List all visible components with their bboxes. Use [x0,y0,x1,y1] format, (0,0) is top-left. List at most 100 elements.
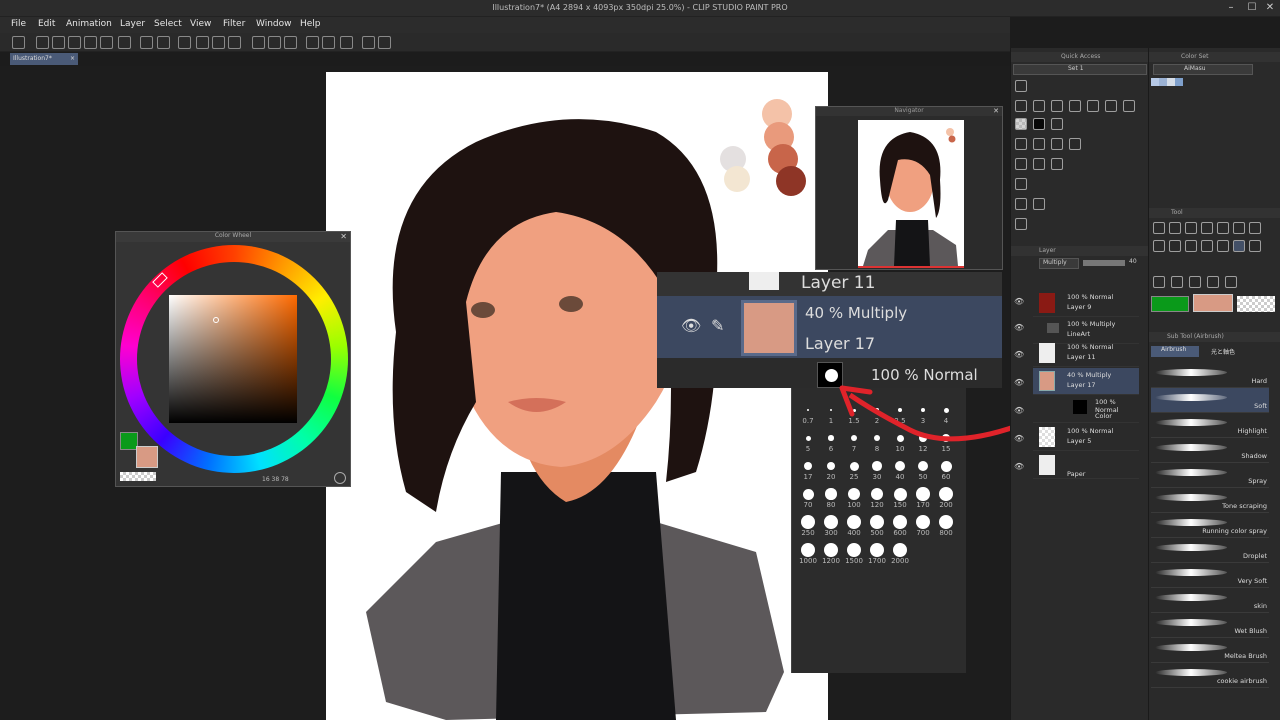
move-tool-icon[interactable] [1201,222,1213,234]
sparkle-icon[interactable] [1249,222,1261,234]
brush-tool-icon[interactable] [1185,240,1197,252]
eye-icon[interactable]: 👁 [1014,434,1024,443]
transparent-color-swatch[interactable] [120,472,156,481]
brush-item[interactable]: skin [1151,588,1269,613]
undo-icon[interactable] [140,36,153,49]
clip-studio-icon[interactable] [12,36,25,49]
crop-icon[interactable] [1015,138,1027,150]
zoom-icon[interactable] [1087,100,1099,112]
brush-size-dot[interactable] [805,435,811,441]
fill-icon[interactable] [1051,118,1063,130]
snap-special-icon[interactable] [340,36,353,49]
tab-close-icon[interactable]: × [70,55,75,62]
canvas[interactable] [326,72,828,720]
blend-tool-icon[interactable] [1249,240,1261,252]
brush-item[interactable]: Hard [1151,363,1269,388]
airbrush-tool-icon[interactable] [1233,240,1245,252]
pen-icon[interactable] [1105,100,1117,112]
brush-size-dot[interactable] [870,543,884,557]
menu-help[interactable]: Help [300,19,321,29]
decoration-tool-icon[interactable] [1201,240,1213,252]
brush-size-dot[interactable] [801,515,815,529]
brush-size-dot[interactable] [847,515,861,529]
zoom-tool-icon[interactable] [1153,222,1165,234]
brush-item[interactable]: Very Soft [1151,563,1269,588]
eye-icon[interactable]: 👁 [681,316,701,335]
text-tool-icon[interactable] [1225,276,1237,288]
maximize-icon[interactable]: ☐ [1246,2,1258,13]
brush-size-dot[interactable] [824,515,838,529]
transparent-swatch[interactable] [1237,296,1275,312]
main-color-swatch[interactable] [136,446,158,468]
settings-icon[interactable] [362,36,375,49]
move-icon[interactable] [1051,158,1063,170]
brush-item[interactable]: Wet Blush [1151,613,1269,638]
wheel-settings-icon[interactable] [334,472,346,484]
hand-tool-icon[interactable] [1169,222,1181,234]
spinner-icon[interactable] [178,36,191,49]
brush-size-dot[interactable] [939,515,953,529]
main-color-swatch[interactable] [1193,294,1233,312]
brush-size-dot[interactable] [824,543,838,557]
close-icon[interactable]: ✕ [1264,2,1276,13]
cut-icon[interactable] [1033,100,1045,112]
brush-size-dot[interactable] [939,487,953,501]
export-icon[interactable] [100,36,113,49]
brush-item[interactable]: Meltea Brush [1151,638,1269,663]
menu-select[interactable]: Select [154,19,182,29]
figure-tool-icon[interactable] [1189,276,1201,288]
show-selection-icon[interactable] [284,36,297,49]
layer-copy-icon[interactable] [1015,178,1027,190]
color-set-swatch[interactable] [1151,78,1159,86]
transform-icon[interactable] [228,36,241,49]
lasso-icon[interactable] [1069,138,1081,150]
black-color-icon[interactable] [1033,118,1045,130]
selection-icon[interactable] [1015,100,1027,112]
brush-item[interactable]: Spray [1151,463,1269,488]
brush-size-dot[interactable] [826,461,836,471]
color-picker-handle[interactable] [213,317,219,323]
eye-icon[interactable]: 👁 [1014,350,1024,359]
brush-item[interactable]: Running color spray [1151,513,1269,538]
brush-size-dot[interactable] [895,461,905,471]
paste-icon[interactable] [1069,100,1081,112]
document-tab[interactable]: Illustration7* × [10,53,78,65]
perspective-icon[interactable] [1033,138,1045,150]
reset-rotation-icon[interactable] [1033,198,1045,210]
gradient-tool-icon[interactable] [1171,276,1183,288]
line-tool-icon[interactable] [1207,276,1219,288]
brush-item[interactable]: cookie airbrush [1151,663,1269,688]
flip-horizontal-icon[interactable] [1015,158,1027,170]
brush-size-dot[interactable] [848,488,860,500]
brush-size-dot[interactable] [916,487,930,501]
redo-icon[interactable] [157,36,170,49]
layer-row[interactable]: 100 % Normal Layer 11 [1033,340,1139,367]
brush-size-dot[interactable] [917,460,929,472]
menu-edit[interactable]: Edit [38,19,55,29]
layer-row[interactable]: 100 % Normal Layer 5 [1033,424,1139,451]
opacity-slider[interactable] [1083,260,1125,266]
menu-window[interactable]: Window [256,19,292,29]
brush-item[interactable]: Soft [1151,388,1269,413]
brush-size-dot[interactable] [870,487,884,501]
brush-size-dot[interactable] [801,543,815,557]
pencil-tool-icon[interactable] [1169,240,1181,252]
brush-size-dot[interactable] [825,488,837,500]
save-as-icon[interactable] [84,36,97,49]
color-set-swatch[interactable] [1167,78,1175,86]
copy-icon[interactable] [1051,100,1063,112]
blend-mode-select[interactable]: Multiply [1039,258,1079,269]
snap-ruler-icon[interactable] [306,36,319,49]
transparent-icon[interactable] [1015,118,1027,130]
quick-access-set-select[interactable]: Set 1 [1013,64,1147,75]
panel-close-icon[interactable]: ✕ [340,232,347,241]
layer-row[interactable]: 100 % Normal Color [1033,396,1139,423]
layer-row-selected[interactable]: 40 % Multiply Layer 17 [1033,368,1139,395]
snap-grid-icon[interactable] [322,36,335,49]
hand-icon[interactable] [1015,218,1027,230]
brush-size-dot[interactable] [870,515,884,529]
new-file-icon[interactable] [36,36,49,49]
color-set-swatch[interactable] [1159,78,1167,86]
undo-icon[interactable] [1015,80,1027,92]
eraser-tool-icon[interactable] [1217,240,1229,252]
